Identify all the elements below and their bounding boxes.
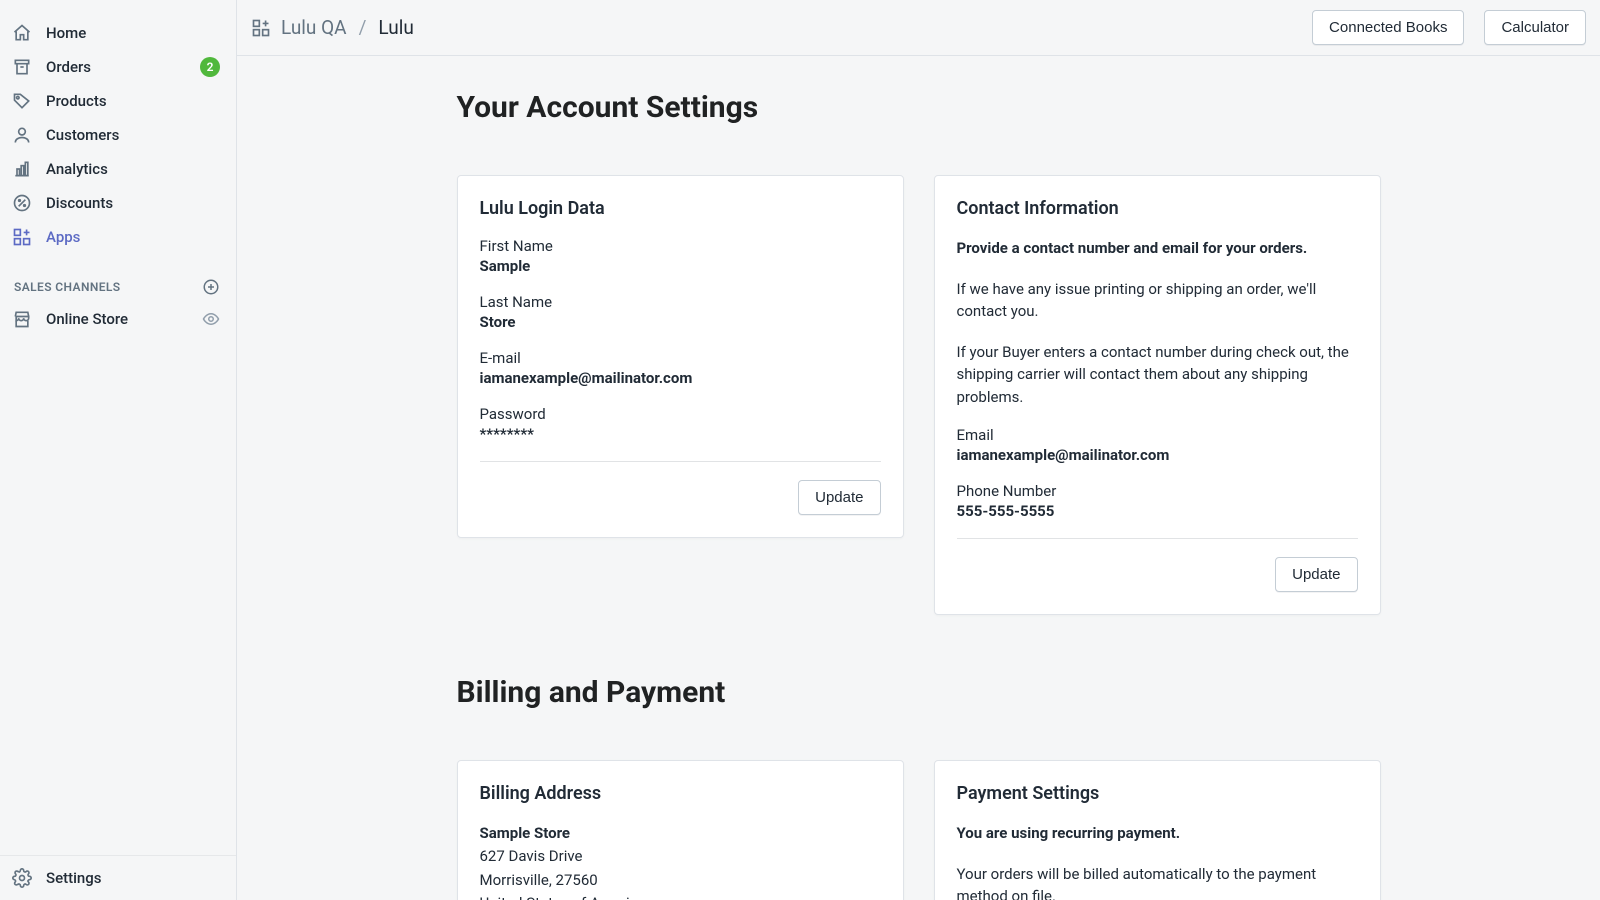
nav-products[interactable]: Products [0,84,236,118]
email-value: iamanexample@mailinator.com [480,369,881,387]
nav-apps[interactable]: Apps [0,220,236,254]
billing-payment-title: Billing and Payment [457,675,1381,710]
user-icon [12,125,32,145]
nav-orders-label: Orders [46,58,186,76]
password-value: ******** [480,425,881,443]
last-name-field: Last Name Store [480,293,881,331]
main: Lulu QA / Lulu Connected Books Calculato… [237,0,1600,900]
billing-line3: United States of America [480,892,881,900]
password-label: Password [480,405,881,423]
app-grid-icon[interactable] [251,18,271,38]
contact-update-button[interactable]: Update [1275,557,1357,592]
login-update-button[interactable]: Update [798,480,880,515]
contact-divider [957,538,1358,539]
view-store-icon[interactable] [202,310,220,328]
breadcrumb-root[interactable]: Lulu QA [281,16,347,39]
contact-info-card: Contact Information Provide a contact nu… [934,175,1381,615]
billing-line2: Morrisville, 27560 [480,869,881,892]
payment-intro: You are using recurring payment. [957,822,1358,845]
channel-online-store[interactable]: Online Store [0,302,236,336]
content-scroll[interactable]: Your Account Settings Lulu Login Data Fi… [237,56,1600,900]
topbar: Lulu QA / Lulu Connected Books Calculato… [237,0,1600,56]
contact-p1: If we have any issue printing or shippin… [957,278,1358,323]
contact-p2: If your Buyer enters a contact number du… [957,341,1358,409]
connected-books-button[interactable]: Connected Books [1312,10,1464,45]
calculator-button[interactable]: Calculator [1484,10,1586,45]
sales-channels-heading: SALES CHANNELS [0,254,236,302]
contact-phone-label: Phone Number [957,482,1358,500]
login-actions: Update [480,480,881,515]
payment-p1: Your orders will be billed automatically… [957,863,1358,900]
gear-icon [12,868,32,888]
nav-products-label: Products [46,92,220,110]
sidebar-bottom: Settings [0,855,236,900]
add-channel-icon[interactable] [202,278,220,296]
password-field: Password ******** [480,405,881,443]
login-data-card: Lulu Login Data First Name Sample Last N… [457,175,904,538]
content-inner: Your Account Settings Lulu Login Data Fi… [449,90,1389,900]
account-settings-title: Your Account Settings [457,90,1381,125]
nav-analytics-label: Analytics [46,160,220,178]
email-label: E-mail [480,349,881,367]
nav-home[interactable]: Home [0,16,236,50]
nav-analytics[interactable]: Analytics [0,152,236,186]
billing-name: Sample Store [480,822,881,845]
contact-actions: Update [957,557,1358,592]
first-name-value: Sample [480,257,881,275]
nav-settings[interactable]: Settings [0,856,236,900]
nav-settings-label: Settings [46,869,220,887]
analytics-icon [12,159,32,179]
billing-address-card: Billing Address Sample Store 627 Davis D… [457,760,904,900]
discount-icon [12,193,32,213]
home-icon [12,23,32,43]
breadcrumb-current: Lulu [378,16,413,39]
tag-icon [12,91,32,111]
nav-apps-label: Apps [46,228,220,246]
orders-icon [12,57,32,77]
contact-email-value: iamanexample@mailinator.com [957,446,1358,464]
sidebar: Home Orders 2 Products Customers Analy [0,0,237,900]
orders-badge: 2 [200,57,220,77]
nav-list: Home Orders 2 Products Customers Analy [0,16,236,254]
contact-email-field: Email iamanexample@mailinator.com [957,426,1358,464]
store-icon [12,309,32,329]
nav-customers-label: Customers [46,126,220,144]
contact-card-title: Contact Information [957,198,1358,219]
last-name-value: Store [480,313,881,331]
login-card-title: Lulu Login Data [480,198,881,219]
first-name-label: First Name [480,237,881,255]
contact-phone-value: 555-555-5555 [957,502,1358,520]
first-name-field: First Name Sample [480,237,881,275]
sales-channels-label: SALES CHANNELS [14,280,121,294]
account-cards-row: Lulu Login Data First Name Sample Last N… [457,175,1381,615]
nav-home-label: Home [46,24,220,42]
payment-card-title: Payment Settings [957,783,1358,804]
last-name-label: Last Name [480,293,881,311]
contact-email-label: Email [957,426,1358,444]
breadcrumb: Lulu QA / Lulu [251,16,414,39]
breadcrumb-separator: / [359,16,367,39]
login-divider [480,461,881,462]
nav-discounts-label: Discounts [46,194,220,212]
channels-list: Online Store [0,302,236,336]
nav-customers[interactable]: Customers [0,118,236,152]
email-field: E-mail iamanexample@mailinator.com [480,349,881,387]
nav-orders[interactable]: Orders 2 [0,50,236,84]
channel-online-store-label: Online Store [46,310,188,328]
billing-line1: 627 Davis Drive [480,845,881,868]
contact-intro: Provide a contact number and email for y… [957,237,1358,260]
billing-cards-row: Billing Address Sample Store 627 Davis D… [457,760,1381,900]
nav-discounts[interactable]: Discounts [0,186,236,220]
payment-settings-card: Payment Settings You are using recurring… [934,760,1381,900]
apps-icon [12,227,32,247]
contact-phone-field: Phone Number 555-555-5555 [957,482,1358,520]
billing-card-title: Billing Address [480,783,881,804]
